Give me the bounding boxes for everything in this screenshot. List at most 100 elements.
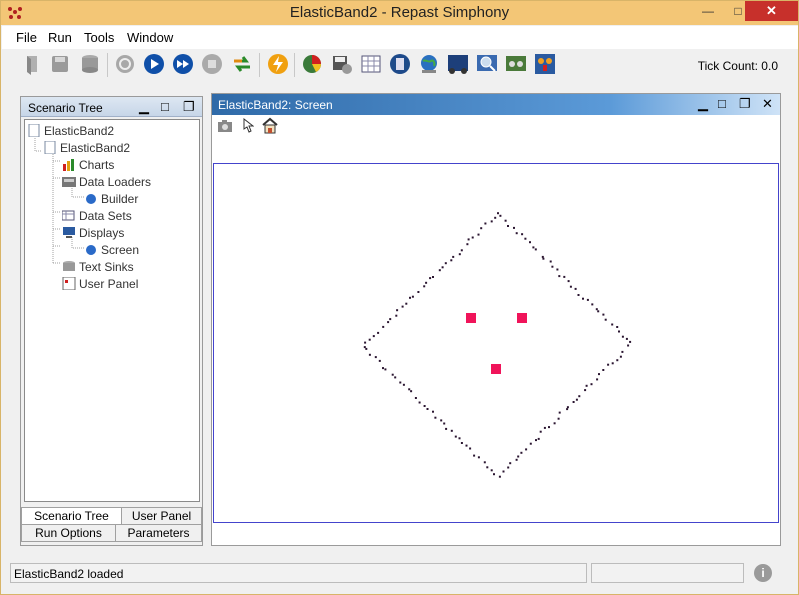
band-point bbox=[541, 255, 544, 258]
band-point bbox=[394, 376, 397, 379]
window-title: ElasticBand2 - Repast Simphony bbox=[289, 4, 510, 21]
calculator-icon[interactable] bbox=[389, 53, 411, 75]
init-icon[interactable] bbox=[114, 53, 136, 75]
band-point bbox=[567, 280, 570, 283]
band-point bbox=[460, 442, 463, 444]
band-point bbox=[621, 350, 624, 353]
band-point bbox=[467, 238, 470, 241]
panel-restore-button[interactable]: ❐ bbox=[183, 99, 195, 115]
tree-node-data-loaders[interactable]: Data Loaders bbox=[62, 174, 151, 190]
band-point bbox=[553, 422, 556, 425]
band-point bbox=[566, 406, 569, 409]
batch-icon[interactable] bbox=[267, 53, 289, 75]
band-point bbox=[395, 314, 398, 317]
band-point bbox=[493, 473, 495, 476]
network-icon[interactable] bbox=[447, 53, 469, 75]
tree-node-builder[interactable]: Builder bbox=[84, 191, 138, 207]
tree-node-root[interactable]: ElasticBand2 bbox=[27, 123, 114, 139]
menu-file[interactable]: File bbox=[16, 30, 37, 45]
tree-node-screen[interactable]: Screen bbox=[84, 242, 139, 258]
band-point bbox=[425, 281, 428, 284]
menu-bar: File Run Tools Window bbox=[2, 26, 798, 49]
panel-minimize-button[interactable]: ▁ bbox=[139, 99, 149, 115]
tree-node-displays[interactable]: Displays bbox=[62, 225, 124, 241]
band-point bbox=[473, 454, 476, 457]
band-point bbox=[513, 226, 515, 229]
band-point bbox=[585, 384, 588, 387]
tree-node-data-sets[interactable]: Data Sets bbox=[62, 208, 132, 224]
band-point bbox=[382, 325, 385, 328]
snapshot-settings-icon[interactable] bbox=[331, 53, 353, 75]
band-point bbox=[426, 408, 429, 410]
panel-maximize-button[interactable]: □ bbox=[161, 99, 169, 114]
band-point bbox=[418, 401, 421, 404]
band-point bbox=[597, 310, 600, 313]
toolbar: Tick Count: 0.0 bbox=[2, 49, 798, 83]
spreadsheet-icon[interactable] bbox=[301, 53, 323, 75]
agent-square bbox=[491, 364, 501, 374]
band-point bbox=[465, 444, 468, 447]
users-icon[interactable] bbox=[534, 53, 556, 75]
stop-icon[interactable] bbox=[201, 53, 223, 75]
reset-icon[interactable] bbox=[231, 53, 253, 75]
tab-user-panel[interactable]: User Panel bbox=[121, 507, 202, 525]
band-point bbox=[596, 378, 599, 381]
camera-icon[interactable] bbox=[217, 119, 233, 133]
home-icon[interactable] bbox=[261, 117, 279, 134]
band-point bbox=[384, 368, 387, 371]
band-point bbox=[458, 437, 461, 440]
band-point bbox=[563, 275, 566, 278]
title-bar: ElasticBand2 - Repast Simphony — □ ✕ bbox=[1, 1, 798, 25]
tick-count: Tick Count: 0.0 bbox=[697, 59, 778, 73]
graph-icon[interactable] bbox=[505, 53, 527, 75]
menu-run[interactable]: Run bbox=[48, 30, 72, 45]
band-point bbox=[498, 475, 501, 478]
tree-node-model[interactable]: ElasticBand2 bbox=[43, 140, 130, 156]
minimize-button[interactable]: — bbox=[693, 1, 723, 21]
band-point bbox=[529, 442, 532, 445]
pointer-icon[interactable] bbox=[240, 118, 254, 134]
display-canvas[interactable] bbox=[213, 163, 779, 523]
builder-icon bbox=[86, 194, 96, 204]
screen-minimize-button[interactable]: ▁ bbox=[698, 96, 708, 112]
band-point bbox=[548, 426, 550, 429]
globe-icon[interactable] bbox=[418, 53, 440, 75]
band-point bbox=[539, 430, 542, 433]
menu-window[interactable]: Window bbox=[127, 30, 173, 45]
band-point bbox=[529, 241, 531, 244]
band-point bbox=[434, 416, 437, 419]
load-model-icon[interactable] bbox=[22, 53, 44, 75]
band-point bbox=[444, 262, 447, 265]
tree-node-user-panel[interactable]: User Panel bbox=[62, 276, 138, 292]
search-icon[interactable] bbox=[476, 53, 498, 75]
tree-node-charts[interactable]: Charts bbox=[62, 157, 114, 173]
band-point bbox=[499, 214, 502, 217]
band-point bbox=[440, 419, 443, 422]
band-point bbox=[494, 216, 497, 219]
screen-restore-button[interactable]: ❐ bbox=[739, 96, 751, 112]
start-run-icon[interactable] bbox=[143, 53, 165, 75]
screen-maximize-button[interactable]: □ bbox=[718, 96, 726, 111]
database-icon[interactable] bbox=[79, 53, 101, 75]
info-icon[interactable]: i bbox=[754, 564, 772, 582]
screen-display-icon bbox=[86, 245, 96, 255]
screen-close-button[interactable]: ✕ bbox=[762, 96, 773, 112]
band-point bbox=[458, 253, 461, 256]
step-icon[interactable] bbox=[172, 53, 194, 75]
tree-panel-tabs: Scenario Tree User Panel Run Options Par… bbox=[21, 507, 202, 545]
band-point bbox=[524, 237, 527, 240]
tab-parameters[interactable]: Parameters bbox=[115, 524, 202, 542]
band-point bbox=[595, 308, 598, 311]
band-point bbox=[572, 401, 575, 403]
tree-node-text-sinks[interactable]: Text Sinks bbox=[62, 259, 134, 275]
band-point bbox=[504, 219, 507, 222]
band-point bbox=[441, 266, 444, 269]
save-icon[interactable] bbox=[49, 53, 71, 75]
menu-tools[interactable]: Tools bbox=[84, 30, 114, 45]
band-point bbox=[445, 427, 448, 430]
table-icon[interactable] bbox=[360, 53, 382, 75]
close-button[interactable]: ✕ bbox=[745, 1, 798, 21]
band-point bbox=[372, 335, 375, 338]
tab-run-options[interactable]: Run Options bbox=[21, 524, 116, 542]
band-point bbox=[574, 287, 577, 290]
